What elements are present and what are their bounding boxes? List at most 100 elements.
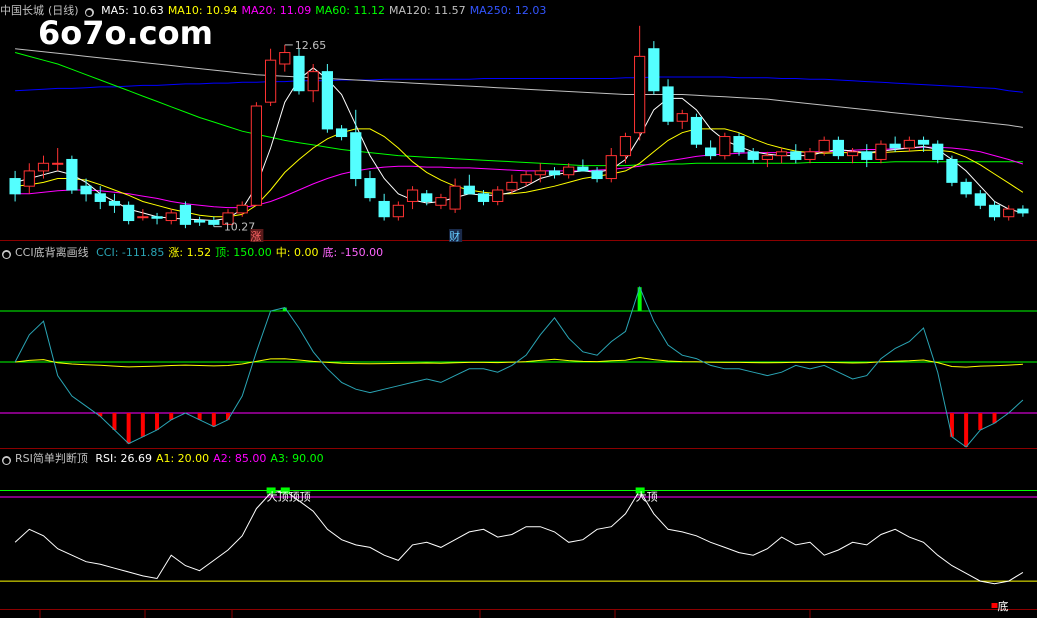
- cci-legend-item-1: 涨: 1.52: [168, 246, 212, 259]
- candle-body: [506, 181, 518, 191]
- candle-body: [960, 181, 972, 195]
- candle-body: [605, 155, 617, 180]
- candle-body: [250, 105, 263, 206]
- candle-body: [818, 139, 830, 153]
- ma-legend-item-0: MA5: 10.63: [101, 4, 164, 17]
- candle-body: [534, 170, 546, 176]
- candle-body: [449, 185, 461, 210]
- candle-body: [492, 189, 504, 202]
- main-panel-header: 中国长城 (日线) ● MA5: 10.63 MA10: 10.94 MA20: 11.…: [0, 4, 554, 18]
- cci-down-bar: [211, 413, 216, 427]
- cci-down-bar: [126, 413, 131, 444]
- candle-body: [392, 204, 404, 218]
- candle-body: [179, 204, 192, 225]
- candle-body: [364, 178, 376, 199]
- cci-panel-header: ● CCI底背离画线 CCI: -111.85 涨: 1.52 顶: 150.00 中:…: [0, 246, 391, 260]
- candle-body: [279, 52, 291, 65]
- ma120-line: [15, 48, 1023, 128]
- candle-body: [52, 162, 64, 165]
- candle-body: [932, 143, 944, 160]
- cci-settings-dot-icon[interactable]: ●: [2, 250, 11, 259]
- cci-down-bar: [949, 413, 954, 437]
- candle-body: [619, 136, 632, 157]
- settings-dot-icon[interactable]: ●: [84, 8, 94, 17]
- candle-body: [747, 151, 759, 160]
- candle-body: [832, 139, 844, 157]
- rsi-settings-dot-icon[interactable]: ●: [2, 456, 11, 465]
- cci-title[interactable]: CCI底背离画线: [15, 246, 89, 259]
- candle-body: [577, 166, 589, 172]
- candle-body: [591, 170, 603, 180]
- stock-name-text: 中国长城: [0, 4, 44, 17]
- candle-body: [123, 204, 135, 222]
- candle-body: [974, 193, 986, 206]
- ma60-line: [14, 52, 1023, 167]
- candle-body: [946, 158, 958, 183]
- candle-body: [988, 204, 1001, 218]
- rsi-legend: RSI: 26.69 A1: 20.00 A2: 85.00 A3: 90.00: [95, 452, 327, 465]
- candle-body: [378, 200, 390, 218]
- ma-legend-item-3: MA60: 11.12: [315, 4, 385, 17]
- candle-body: [335, 128, 348, 138]
- ma250-line: [15, 76, 1023, 93]
- cci-down-bar: [964, 413, 969, 447]
- candle-body: [875, 143, 887, 160]
- ma-legend-item-2: MA20: 11.09: [241, 4, 312, 17]
- candle-body: [733, 136, 745, 153]
- candle-body: [94, 193, 106, 202]
- rsi-title[interactable]: RSI简单判断顶: [15, 452, 88, 465]
- candle-body: [1003, 208, 1015, 218]
- candle-body: [406, 189, 419, 202]
- candle-body: [1017, 208, 1029, 214]
- rsi-label-bottom: 底: [998, 599, 1009, 613]
- candle-body: [690, 116, 703, 145]
- rsi-panel-header: ● RSI简单判断顶 RSI: 26.69 A1: 20.00 A2: 85.00 A3…: [0, 452, 332, 466]
- candle-body: [563, 166, 575, 176]
- rsi-legend-item-1: A1: 20.00: [155, 452, 210, 465]
- candle-body: [350, 132, 362, 180]
- candle-body: [889, 143, 901, 149]
- candle-body: [23, 170, 35, 187]
- stock-name[interactable]: 中国长城 (日线): [0, 4, 83, 17]
- candle-body: [151, 216, 163, 219]
- cci-down-bar: [140, 413, 145, 437]
- cci-legend-item-3: 中: 0.00: [275, 246, 319, 259]
- candle-body: [264, 59, 277, 103]
- cci-legend-item-0: CCI: -111.85: [96, 246, 165, 259]
- candle-body: [662, 86, 674, 122]
- ma-legend-item-1: MA10: 10.94: [167, 4, 238, 17]
- rsi-label-top1: 大顶顶顶: [267, 489, 311, 503]
- cci-legend-item-4: 底: -150.00: [322, 246, 384, 259]
- candle-body: [194, 220, 206, 223]
- candle-body: [208, 220, 220, 225]
- rsi-legend-item-2: A2: 85.00: [213, 452, 267, 465]
- ma5-line: [14, 67, 1024, 222]
- mark-zhang: 涨: [250, 230, 261, 243]
- mark-cai: 财: [449, 229, 460, 243]
- candle-body: [861, 151, 873, 160]
- candle-body: [165, 212, 177, 222]
- candle-body: [548, 170, 561, 176]
- rsi-label-top2: 大顶: [636, 489, 658, 503]
- candle-body: [676, 113, 688, 122]
- ma-legend-item-4: MA120: 11.57: [388, 4, 466, 17]
- ma-legend-item-5: MA250: 12.03: [469, 4, 547, 17]
- candle-body: [775, 151, 788, 157]
- candle-body: [903, 139, 915, 149]
- stock-chart[interactable]: 12.6510.27涨 财大顶顶顶 大顶底: [0, 0, 1037, 618]
- cci-down-bar: [226, 413, 231, 420]
- candle-body: [804, 151, 816, 160]
- candle-body: [463, 185, 475, 195]
- high-price-label: 12.65: [295, 39, 327, 52]
- cci-legend-item-2: 顶: 150.00: [215, 246, 272, 259]
- candle-body: [917, 139, 930, 145]
- candle-body: [108, 200, 121, 206]
- candle-body: [236, 204, 248, 214]
- candle-body: [137, 216, 149, 219]
- candle-body: [477, 193, 490, 202]
- rsi-line: [14, 489, 1024, 585]
- cci-down-bar: [978, 413, 983, 430]
- candle-body: [790, 151, 802, 160]
- candle-body: [719, 136, 731, 157]
- candle-body: [705, 147, 717, 157]
